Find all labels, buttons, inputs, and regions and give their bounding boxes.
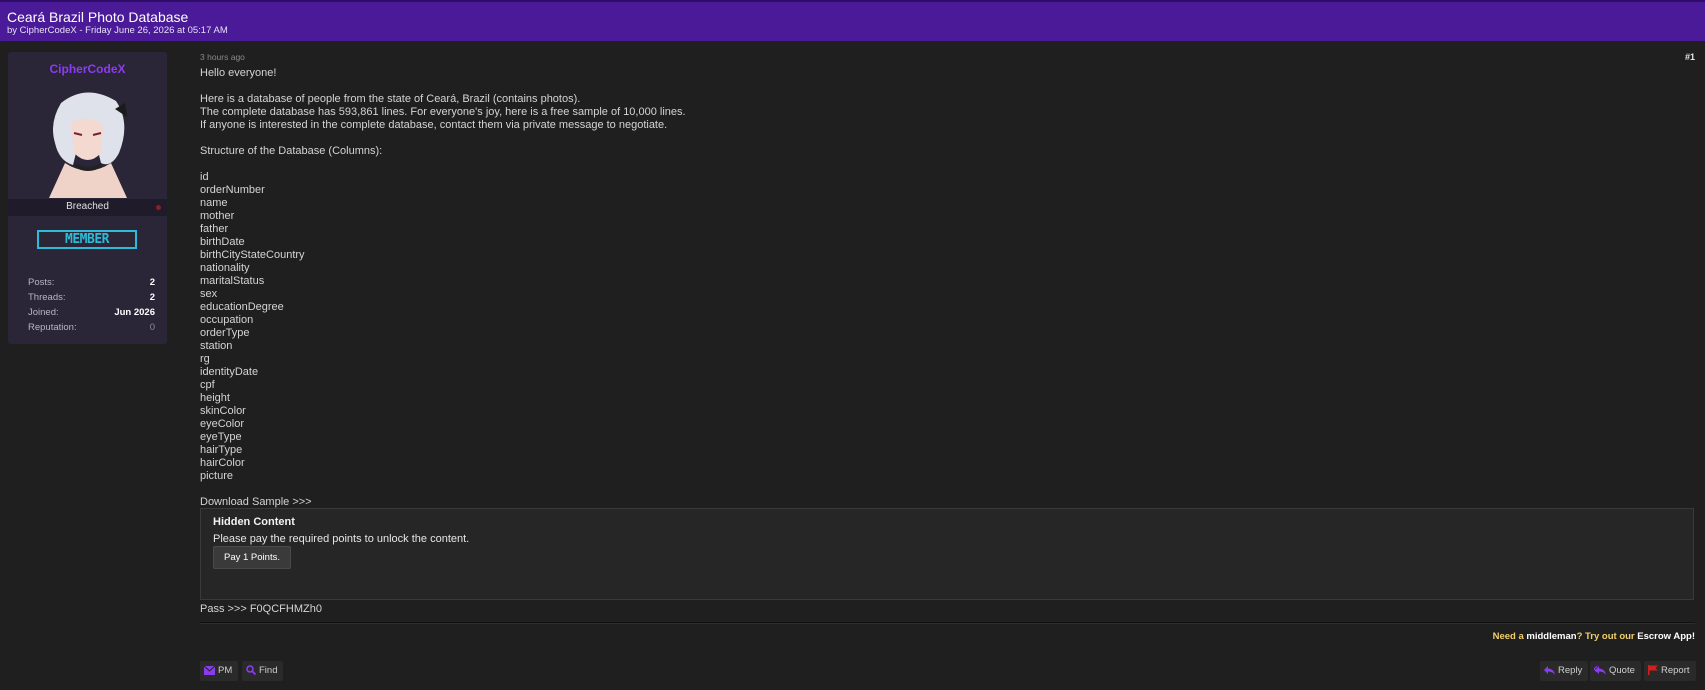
- stat-value: Jun 2026: [114, 307, 155, 318]
- stat-value[interactable]: 0: [150, 322, 155, 333]
- envelope-icon: [203, 665, 216, 675]
- hidden-content-box: Hidden Content Please pay the required p…: [200, 508, 1694, 600]
- offline-status-icon: [156, 205, 161, 210]
- column-item: orderType: [200, 327, 250, 339]
- column-item: birthCityStateCountry: [200, 249, 305, 261]
- column-item: id: [200, 171, 209, 183]
- reply-label: Reply: [1558, 665, 1583, 676]
- stat-label: Threads:: [28, 292, 66, 303]
- quote-label: Quote: [1609, 665, 1635, 676]
- column-item: identityDate: [200, 366, 259, 378]
- column-item: birthDate: [200, 236, 245, 248]
- find-label: Find: [259, 665, 278, 676]
- stat-value: 2: [149, 277, 155, 288]
- author-panel: CipherCodeX Breached MEMBER Posts: 2 Thr…: [8, 52, 167, 344]
- author-username[interactable]: CipherCodeX: [8, 62, 167, 76]
- signature-text: Need a: [1492, 631, 1527, 642]
- column-item: occupation: [200, 314, 254, 326]
- flag-icon: [1648, 665, 1658, 676]
- stat-label: Reputation:: [28, 322, 77, 333]
- pm-label: PM: [218, 665, 233, 676]
- thread-subtitle: by CipherCodeX - Friday June 26, 2026 at…: [7, 25, 228, 36]
- pm-button[interactable]: PM: [200, 661, 239, 681]
- stat-row-posts: Posts: 2: [28, 277, 155, 292]
- column-item: picture: [200, 470, 234, 482]
- signature-text: ? Try out our: [1576, 631, 1638, 642]
- thread-header: Ceará Brazil Photo Database by CipherCod…: [0, 0, 1705, 41]
- column-item: cpf: [200, 379, 215, 391]
- usergroup-title: Breached: [66, 201, 109, 212]
- column-item: mother: [200, 210, 235, 222]
- column-list: id orderNumber name mother father birthDate bi…: [200, 171, 1690, 483]
- column-item: hairColor: [200, 457, 245, 469]
- escrow-app-link[interactable]: Escrow App!: [1637, 631, 1695, 642]
- thread-title: Ceará Brazil Photo Database: [7, 9, 189, 25]
- column-item: maritalStatus: [200, 275, 265, 287]
- column-item: orderNumber: [200, 184, 265, 196]
- hidden-content-title: Hidden Content: [213, 516, 295, 528]
- hidden-content-description: Please pay the required points to unlock…: [213, 533, 470, 545]
- column-item: sex: [200, 288, 218, 300]
- usergroup-bar: Breached: [8, 199, 167, 216]
- stat-label: Posts:: [28, 277, 55, 288]
- member-badge: MEMBER: [37, 230, 137, 249]
- author-stats: Posts: 2 Threads: 2 Joined: Jun 2026 Rep…: [28, 277, 155, 337]
- search-icon: [246, 665, 257, 676]
- reply-icon: [1544, 665, 1555, 675]
- column-item: skinColor: [200, 405, 246, 417]
- quote-button[interactable]: Quote: [1590, 661, 1641, 681]
- column-item: eyeType: [200, 431, 242, 443]
- post-intro-line: The complete database has 593,861 lines.…: [200, 106, 686, 118]
- report-button[interactable]: Report: [1644, 661, 1696, 681]
- stat-label: Joined:: [28, 307, 59, 318]
- column-item: educationDegree: [200, 301, 284, 313]
- post-time: 3 hours ago: [200, 52, 245, 62]
- middleman-link[interactable]: middleman: [1526, 631, 1576, 642]
- quote-icon: [1593, 665, 1606, 675]
- signature: Need a middleman? Try out our Escrow App…: [1493, 631, 1695, 642]
- column-item: father: [200, 223, 229, 235]
- column-item: rg: [200, 353, 210, 365]
- post-body: Hello everyone! Here is a database of pe…: [200, 67, 1690, 509]
- structure-heading: Structure of the Database (Columns):: [200, 145, 383, 157]
- post-intro-line: Here is a database of people from the st…: [200, 93, 581, 105]
- column-item: hairType: [200, 444, 243, 456]
- signature-divider: [200, 622, 1695, 624]
- find-button[interactable]: Find: [242, 661, 284, 681]
- stat-row-threads: Threads: 2: [28, 292, 155, 307]
- column-item: station: [200, 340, 233, 352]
- post-number-link[interactable]: #1: [1685, 52, 1695, 62]
- report-label: Report: [1661, 665, 1690, 676]
- password-line: Pass >>> F0QCFHMZh0: [200, 603, 322, 615]
- column-item: nationality: [200, 262, 250, 274]
- stat-row-joined: Joined: Jun 2026: [28, 307, 155, 322]
- column-item: eyeColor: [200, 418, 245, 430]
- column-item: height: [200, 392, 230, 404]
- stat-value: 2: [149, 292, 155, 303]
- post-intro-line: If anyone is interested in the complete …: [200, 119, 668, 131]
- pay-points-button[interactable]: Pay 1 Points.: [213, 546, 291, 569]
- post-greeting: Hello everyone!: [200, 67, 277, 79]
- reply-button[interactable]: Reply: [1540, 661, 1589, 681]
- column-item: name: [200, 197, 228, 209]
- stat-row-reputation: Reputation: 0: [28, 322, 155, 337]
